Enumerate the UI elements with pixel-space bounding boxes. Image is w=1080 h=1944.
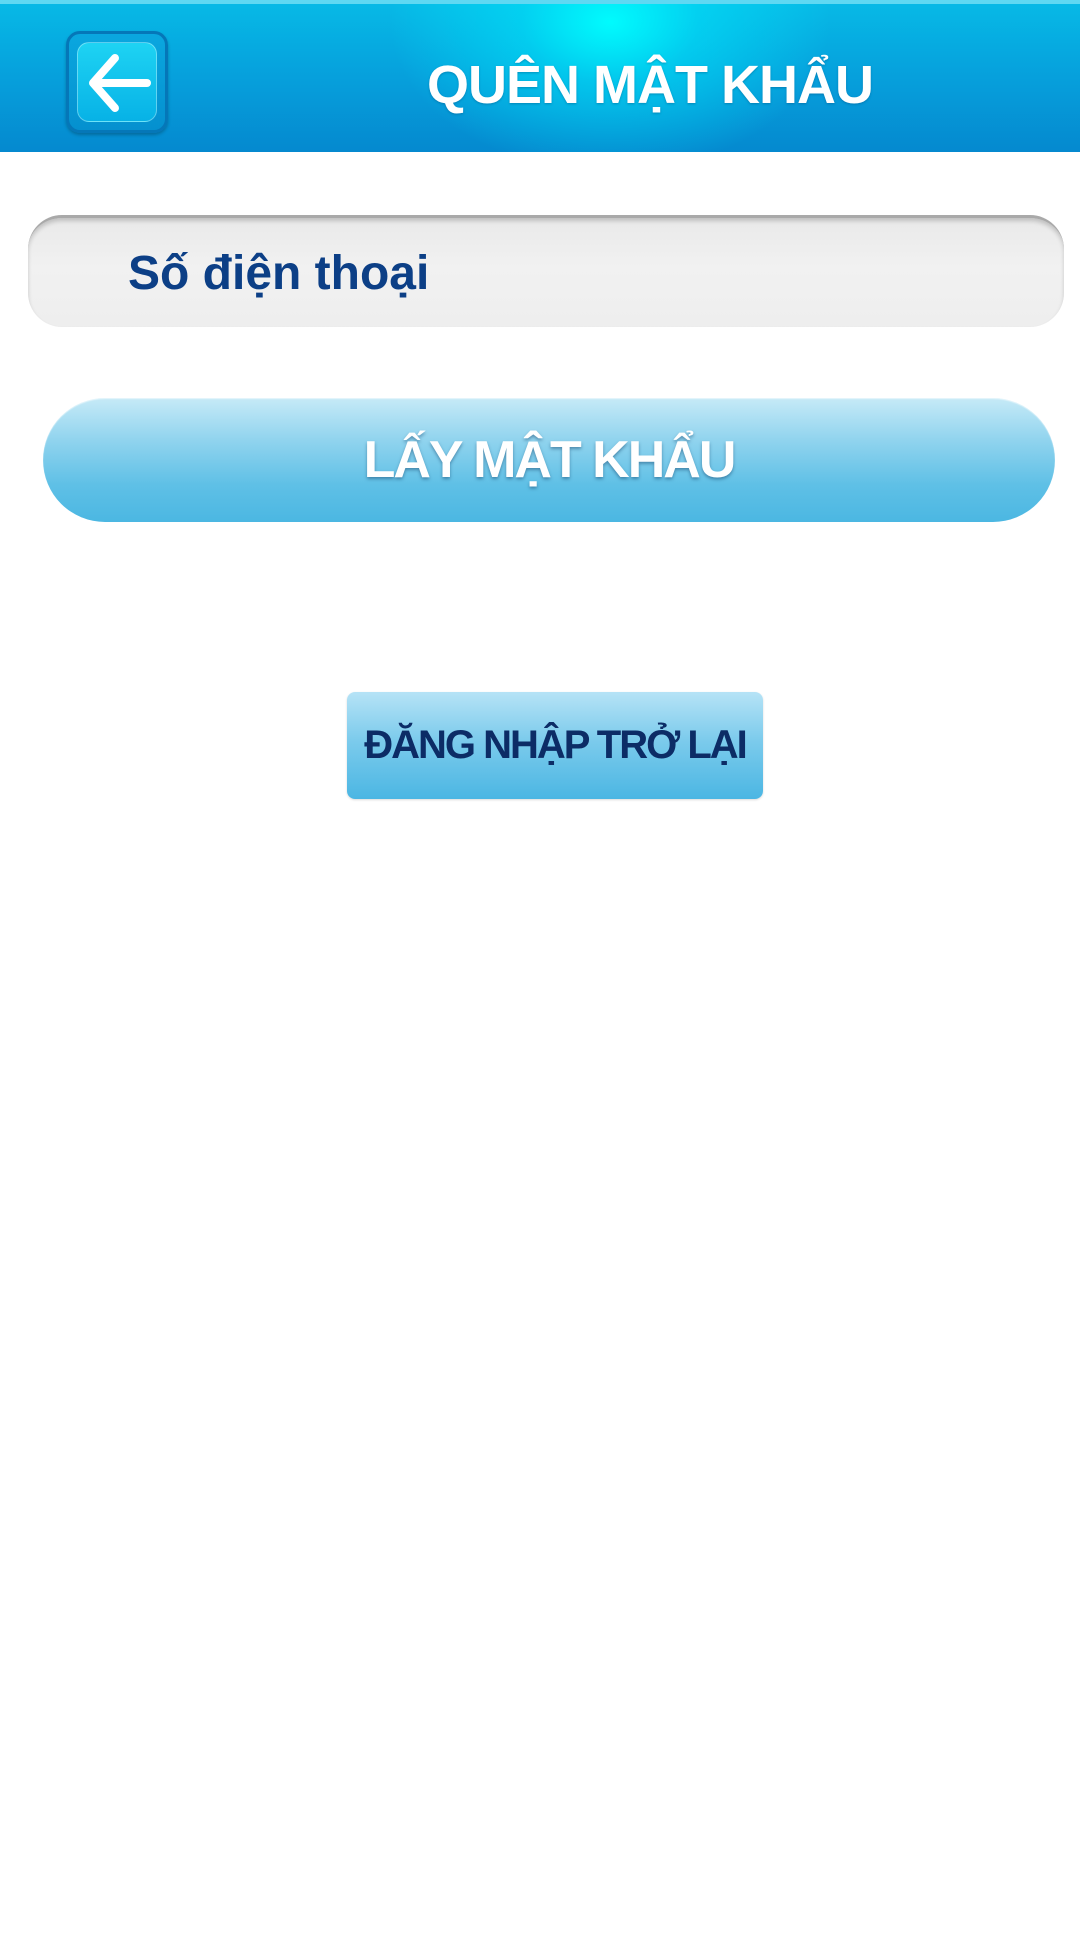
- page-title: QUÊN MẬT KHẨU: [427, 55, 874, 115]
- phone-number-input[interactable]: [128, 228, 1028, 318]
- get-password-button[interactable]: LẤY MẬT KHẨU: [43, 398, 1055, 522]
- app-header: QUÊN MẬT KHẨU: [0, 0, 1080, 152]
- back-to-login-button[interactable]: ĐĂNG NHẬP TRỞ LẠI: [347, 692, 763, 799]
- back-button[interactable]: [66, 31, 168, 133]
- arrow-left-icon: [89, 54, 151, 112]
- phone-field-container: [28, 215, 1064, 327]
